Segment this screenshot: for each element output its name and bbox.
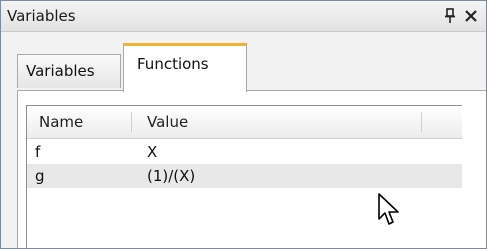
- row-name: g: [35, 167, 45, 185]
- list-row-selected[interactable]: g (1)/(X): [27, 164, 462, 188]
- functions-tab-content: Name Value f X g (1)/(X): [17, 91, 486, 248]
- tab-functions[interactable]: Functions: [123, 43, 247, 92]
- row-value: X: [147, 143, 158, 161]
- tab-variables-label: Variables: [26, 62, 95, 80]
- mouse-cursor-icon: [378, 193, 399, 225]
- variables-panel: Variables Variables Functions Name Value: [0, 0, 487, 249]
- column-separator[interactable]: [421, 112, 422, 132]
- panel-title: Variables: [7, 7, 76, 25]
- close-icon[interactable]: [463, 7, 479, 25]
- list-row[interactable]: f X: [27, 140, 462, 164]
- row-name: f: [35, 143, 41, 161]
- row-value: (1)/(X): [147, 167, 196, 185]
- column-header-value[interactable]: Value: [147, 113, 188, 131]
- panel-titlebar: Variables: [1, 1, 486, 32]
- pin-icon[interactable]: [443, 7, 457, 25]
- column-separator[interactable]: [131, 112, 132, 132]
- tab-variables[interactable]: Variables: [17, 54, 121, 88]
- column-header-name[interactable]: Name: [39, 113, 83, 131]
- tab-functions-label: Functions: [137, 55, 209, 73]
- tab-strip: Variables Functions: [1, 32, 486, 92]
- list-header: Name Value: [27, 106, 462, 139]
